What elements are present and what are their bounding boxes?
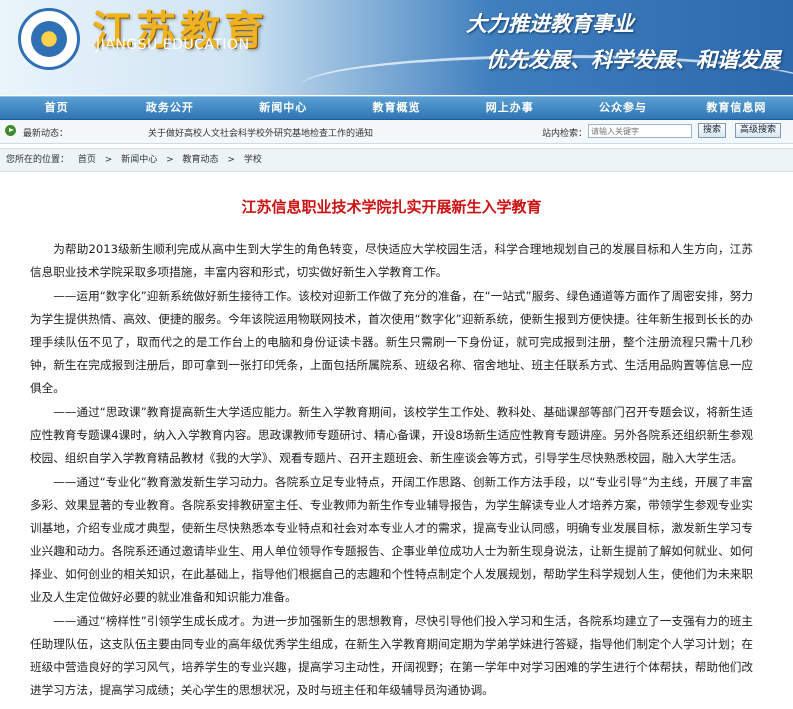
site-banner: 江苏教育 JIANGSU EDUCATION 大力推进教育事业 优先发展、科学发…	[0, 0, 793, 95]
nav-item-education-overview[interactable]: 教育概览	[340, 97, 453, 119]
nav-item-home[interactable]: 首页	[0, 97, 113, 119]
search-input[interactable]	[588, 124, 692, 138]
breadcrumb-item-school[interactable]: 学校	[244, 155, 262, 165]
breadcrumb: 您所在的位置： 首页 > 新闻中心 > 教育动态 > 学校	[0, 148, 793, 172]
article-paragraph: ——运用“数字化”迎新系统做好新生接待工作。该校对迎新工作做了充分的准备，在“一…	[30, 289, 753, 395]
breadcrumb-separator: >	[227, 155, 235, 165]
site-logo-icon[interactable]	[18, 8, 80, 70]
nav-item-online-services[interactable]: 网上办事	[453, 97, 566, 119]
breadcrumb-separator: >	[104, 155, 113, 165]
info-bar: 最新动态： 关于做好高校人文社会科学校外研究基地检查工作的通知 站内检索： 搜索…	[0, 120, 793, 144]
breadcrumb-prefix: 您所在的位置：	[6, 155, 70, 165]
breadcrumb-item-home[interactable]: 首页	[78, 155, 96, 165]
main-nav: 首页 政务公开 新闻中心 教育概览 网上办事 公众参与 教育信息网	[0, 96, 793, 120]
breadcrumb-item-education-news[interactable]: 教育动态	[183, 155, 219, 165]
nav-item-government-affairs[interactable]: 政务公开	[113, 97, 226, 119]
latest-news-link[interactable]: 关于做好高校人文社会科学校外研究基地检查工作的通知	[148, 126, 373, 139]
breadcrumb-separator: >	[166, 155, 174, 165]
breadcrumb-item-news-center[interactable]: 新闻中心	[121, 155, 157, 165]
play-icon	[5, 125, 16, 136]
site-search-label: 站内检索：	[542, 129, 588, 139]
banner-slogan-line2: 优先发展、科学发展、和谐发展	[486, 48, 780, 72]
banner-slogan-line1: 大力推进教育事业	[466, 12, 634, 36]
advanced-search-button[interactable]: 高级搜索	[735, 123, 782, 138]
nav-item-public-participation[interactable]: 公众参与	[566, 97, 679, 119]
nav-item-news-center[interactable]: 新闻中心	[227, 97, 340, 119]
latest-news-label: 最新动态：	[23, 129, 69, 139]
article-paragraph: ——通过“思政课”教育提高新生大学适应能力。新生入学教育期间，该校学生工作处、教…	[30, 405, 753, 465]
article-paragraph: ——通过“专业化”教育激发新生学习动力。各院系立足专业特点，开阔工作思路、创新工…	[30, 475, 753, 604]
nav-item-education-info-net[interactable]: 教育信息网	[680, 97, 793, 119]
article-paragraph: ——通过“榜样性”引领学生成长成才。为进一步加强新生的思想教育，尽快引导他们投入…	[30, 614, 753, 697]
article-title: 江苏信息职业技术学院扎实开展新生入学教育	[241, 198, 542, 216]
article: 江苏信息职业技术学院扎实开展新生入学教育 为帮助2013级新生顺利完成从高中生到…	[0, 196, 793, 702]
brand-name-en: JIANGSU EDUCATION	[96, 37, 250, 53]
article-paragraph: 为帮助2013级新生顺利完成从高中生到大学生的角色转变，尽快适应大学校园生活，科…	[30, 242, 753, 279]
search-button[interactable]: 搜索	[698, 123, 727, 138]
